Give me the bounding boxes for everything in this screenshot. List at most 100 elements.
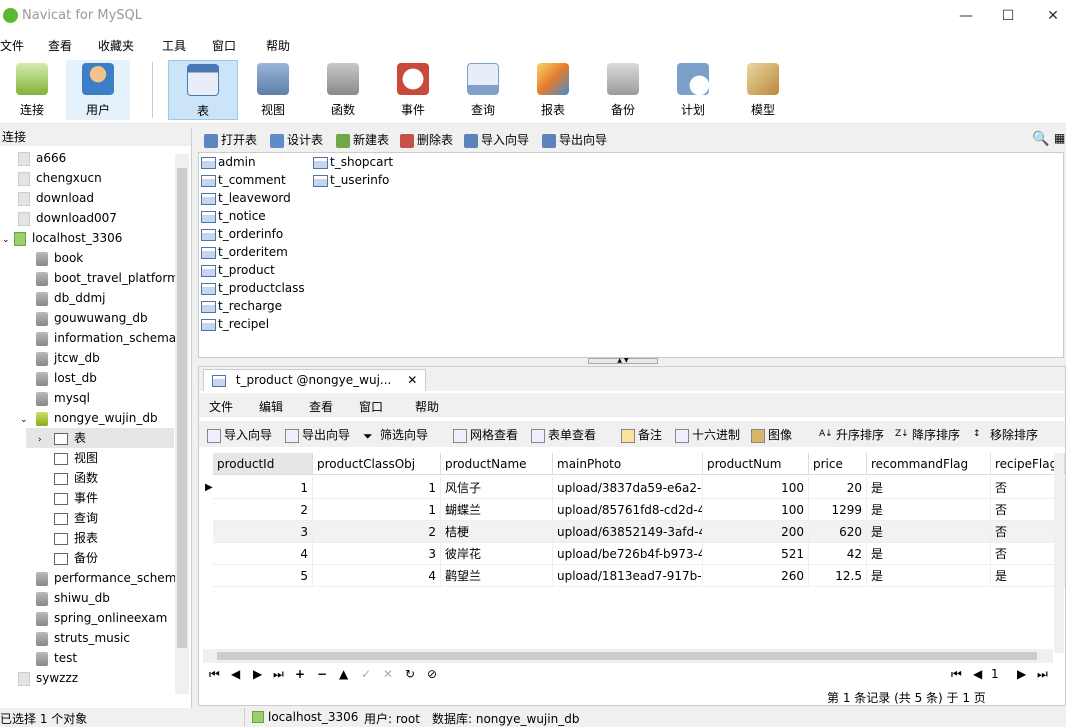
tree-item-object-type[interactable]: 事件 [54,488,98,508]
tree-item-db[interactable]: db_ddmj [36,288,106,308]
add-record-icon[interactable]: + [295,667,305,681]
refresh-icon[interactable]: ↻ [405,667,415,681]
tree-item-db[interactable]: lost_db [36,368,97,388]
table-list-item[interactable]: t_product [201,261,275,279]
table-cell[interactable]: 20 [809,477,867,499]
first-record-icon[interactable]: ⏮ [209,667,220,682]
tree-item-object-type[interactable]: 报表 [54,528,98,548]
table-cell[interactable]: 1 [213,477,313,499]
chevron-down-icon[interactable]: ⌄ [20,410,36,430]
open-table-button[interactable]: 打开表 [204,131,257,148]
cancel-icon[interactable]: ✕ [383,667,393,681]
column-header[interactable]: price [809,453,867,475]
next-page-icon[interactable]: ▶ [1017,667,1026,681]
tree-item-db[interactable]: performance_schem [36,568,176,588]
delete-table-button[interactable]: 删除表 [400,131,453,148]
grid-view-icon[interactable]: ▦ [1054,131,1065,145]
table-cell[interactable]: 2 [213,499,313,521]
sort-asc-button[interactable]: A↓ 升序排序 [819,426,884,443]
column-header[interactable]: productName [441,453,553,475]
toolbar-query-button[interactable]: 查询 [451,60,515,120]
table-cell[interactable]: 是 [867,477,991,499]
table-cell[interactable]: 5 [213,565,313,587]
design-table-button[interactable]: 设计表 [270,131,323,148]
table-list-item[interactable]: admin [201,153,256,171]
tree-item-conn[interactable]: chengxucn [18,168,102,188]
menu-tools[interactable]: 工具 [162,37,186,54]
table-cell[interactable]: upload/3837da59-e6a2-4 [553,477,703,499]
tree-item-db[interactable]: mysql [36,388,90,408]
tree-item-object-type[interactable]: 函数 [54,468,98,488]
toolbar-backup-button[interactable]: 备份 [591,60,655,120]
column-header[interactable]: productId [213,453,313,475]
table-cell[interactable]: 是 [867,521,991,543]
table-cell[interactable]: 521 [703,543,809,565]
table-list-item[interactable]: t_recharge [201,297,282,315]
tree-item-conn[interactable]: a666 [18,148,66,168]
tab-close-icon[interactable]: ✕ [407,373,417,387]
table-cell[interactable]: 3 [213,521,313,543]
editor-menu-window[interactable]: 窗口 [359,398,383,415]
editor-import-button[interactable]: 导入向导 [207,426,272,443]
tree-item-db[interactable]: shiwu_db [36,588,110,608]
tree-item-db[interactable]: struts_music [36,628,130,648]
toolbar-user-button[interactable]: 用户 [66,60,130,120]
table-cell[interactable]: 4 [213,543,313,565]
grid-view-button[interactable]: 网格查看 [453,426,518,443]
toolbar-view-button[interactable]: 视图 [241,60,305,120]
tree-item-object-type[interactable]: 备份 [54,548,98,568]
last-record-icon[interactable]: ⏭ [273,667,284,682]
editor-menu-view[interactable]: 查看 [309,398,333,415]
table-cell[interactable]: 3 [313,543,441,565]
tree-item-db[interactable]: information_schema [36,328,176,348]
minimize-button[interactable]: — [956,6,976,26]
table-cell[interactable]: 是 [867,565,991,587]
menu-window[interactable]: 窗口 [212,37,236,54]
toolbar-function-button[interactable]: 函数 [311,60,375,120]
hex-button[interactable]: 十六进制 [675,426,740,443]
table-cell[interactable]: 风信子 [441,477,553,499]
tree-vertical-scrollbar[interactable] [175,154,189,694]
tree-item-object-type[interactable]: 视图 [54,448,98,468]
table-cell[interactable]: 2 [313,521,441,543]
filter-wizard-button[interactable]: ⏷ 筛选向导 [363,426,428,443]
table-cell[interactable]: 1299 [809,499,867,521]
tree-item-db[interactable]: boot_travel_platform [36,268,179,288]
tree-item-db[interactable]: test [36,648,77,668]
chevron-right-icon[interactable]: › [38,430,54,450]
tree-item-conn[interactable]: download [18,188,94,208]
table-cell[interactable]: upload/be726b4f-b973-4 [553,543,703,565]
menu-view[interactable]: 查看 [48,37,72,54]
grid-vertical-scrollbar[interactable] [1054,453,1064,653]
table-cell[interactable]: upload/63852149-3afd-4 [553,521,703,543]
tree-item-db[interactable]: spring_onlineexam [36,608,167,628]
editor-menu-file[interactable]: 文件 [209,398,233,415]
toolbar-model-button[interactable]: 模型 [731,60,795,120]
tree-item-object-type[interactable]: 查询 [54,508,98,528]
export-wizard-button[interactable]: 导出向导 [542,131,607,148]
splitter-handle[interactable]: ▲ ▼ [588,358,658,364]
table-cell[interactable]: 100 [703,499,809,521]
column-header[interactable]: productClassObj [313,453,441,475]
column-header[interactable]: recommandFlag [867,453,991,475]
tree-item-db[interactable]: book [36,248,83,268]
menu-file[interactable]: 文件 [0,37,24,54]
memo-button[interactable]: 备注 [621,426,662,443]
editor-tab[interactable]: t_product @nongye_wuj... ✕ [203,369,427,391]
editor-menu-edit[interactable]: 编辑 [259,398,283,415]
editor-export-button[interactable]: 导出向导 [285,426,350,443]
maximize-button[interactable]: ☐ [998,6,1018,26]
table-cell[interactable]: 1 [313,477,441,499]
tree-item-object-type[interactable]: › 表 [26,428,174,448]
table-cell[interactable]: 620 [809,521,867,543]
delete-record-icon[interactable]: − [317,667,327,681]
menu-help[interactable]: 帮助 [266,37,290,54]
table-cell[interactable]: 鹳望兰 [441,565,553,587]
last-page-icon[interactable]: ⏭ [1037,667,1048,682]
new-table-button[interactable]: 新建表 [336,131,389,148]
table-list-item[interactable]: t_comment [201,171,286,189]
remove-sort-button[interactable]: ↕ 移除排序 [973,426,1038,443]
table-cell[interactable]: 是 [867,499,991,521]
table-cell[interactable]: 4 [313,565,441,587]
table-cell[interactable]: upload/85761fd8-cd2d-4 [553,499,703,521]
